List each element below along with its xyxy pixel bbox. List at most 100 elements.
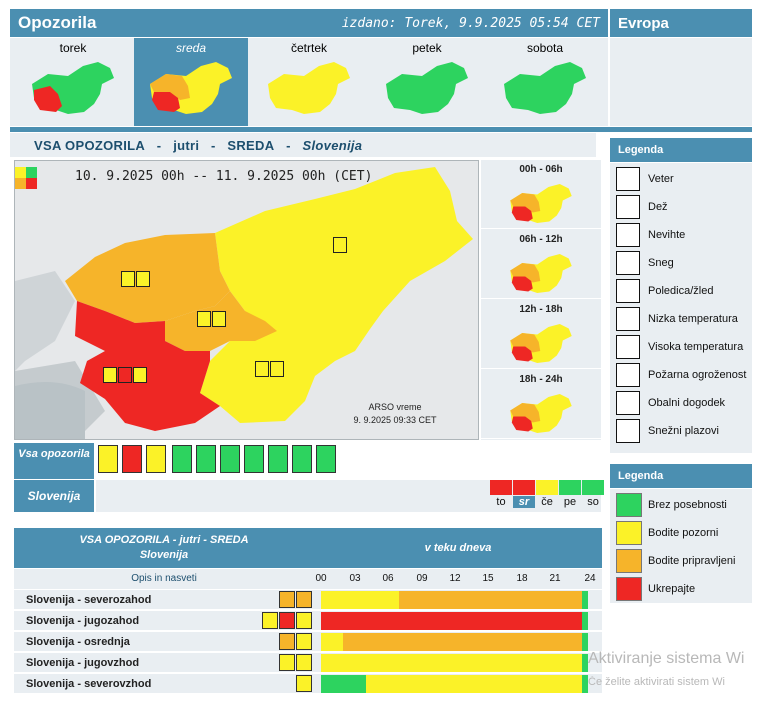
hour-label: 21	[549, 573, 561, 584]
snow-icon	[616, 251, 640, 275]
thunderstorm-icon	[296, 675, 312, 692]
table-row[interactable]: Slovenija - jugozahod	[14, 611, 602, 631]
europe-tab[interactable]: Evropa	[610, 9, 752, 37]
coastal-icon[interactable]	[292, 445, 312, 473]
vsa-opozorila-label[interactable]: Vsa opozorila	[14, 443, 94, 479]
avalanche-icon	[616, 419, 640, 443]
slovenia-region-map	[15, 161, 478, 439]
day-tab-label: sobota	[526, 41, 564, 55]
level-swatch	[616, 577, 642, 601]
day-level-label[interactable]: to	[490, 496, 512, 508]
slovenija-label[interactable]: Slovenija	[14, 480, 94, 512]
timeline-segment	[321, 591, 399, 609]
legend-item: Nevihte	[616, 223, 752, 249]
avalanche-icon[interactable]	[316, 445, 336, 473]
desc-header[interactable]: Opis in nasveti	[14, 573, 314, 584]
legend-item: Dež	[616, 195, 752, 221]
table-title: VSA OPOZORILA - jutri - SREDA	[79, 534, 249, 546]
day-tab-torek[interactable]: torek	[16, 38, 130, 126]
table-subtitle: Slovenija	[139, 549, 189, 561]
hour-label: 15	[482, 573, 494, 584]
legend-item: Požarna ogroženost	[616, 363, 752, 389]
fire-icon[interactable]	[268, 445, 288, 473]
timeline-bar	[321, 675, 588, 693]
rain-icon	[279, 633, 295, 650]
mini-map-cetrtek	[268, 62, 350, 114]
timeline-segment	[343, 633, 583, 651]
mini-map-sreda	[150, 62, 232, 114]
day-level-label[interactable]: sr	[513, 496, 535, 508]
europe-panel	[610, 38, 752, 126]
day-tab-petek[interactable]: petek	[370, 38, 484, 126]
hour-label: 00	[315, 573, 327, 584]
legend-phenomena-title: Legenda	[610, 138, 752, 162]
rain-icon	[197, 311, 211, 327]
ice-icon[interactable]	[196, 445, 216, 473]
main-warning-map[interactable]: 10. 9.2025 00h -- 11. 9.2025 00h (CET) A…	[14, 160, 479, 440]
legend-item: Visoka temperatura	[616, 335, 752, 361]
timeline-bar	[321, 612, 588, 630]
wind-icon	[616, 167, 640, 191]
thunderstorm-icon	[296, 612, 312, 629]
timeline-title: v teku dneva	[424, 542, 492, 554]
rain-icon	[279, 654, 295, 671]
thunderstorm-icon	[136, 271, 150, 287]
region-name: Slovenija - jugozahod	[26, 615, 140, 627]
day-level-label[interactable]: so	[582, 496, 604, 508]
thunderstorm-icon	[616, 223, 640, 247]
hour-label: 06	[382, 573, 394, 584]
phenomena-filter-row	[96, 443, 601, 479]
thunderstorm-icon	[212, 311, 226, 327]
wind-icon[interactable]	[98, 445, 118, 473]
low-temperature-icon	[616, 307, 640, 331]
level-swatch	[616, 549, 642, 573]
regions-table-header: VSA OPOZORILA - jutri - SREDA Slovenija …	[14, 528, 602, 568]
day-level-box	[582, 480, 604, 495]
day-level-label[interactable]: pe	[559, 496, 581, 508]
day-level-label[interactable]: če	[536, 496, 558, 508]
thunderstorm-icon[interactable]	[146, 445, 166, 473]
legend-item: Nizka temperatura	[616, 307, 752, 333]
slovenija-days-row: to sr če pe so	[96, 480, 604, 512]
hour-label: 12	[449, 573, 461, 584]
rain-icon[interactable]	[122, 445, 142, 473]
rain-icon	[279, 612, 295, 629]
mini-map-sobota	[504, 62, 586, 114]
day-tab-sobota[interactable]: sobota	[488, 38, 602, 126]
period-map-0[interactable]: 00h - 06h	[481, 160, 601, 229]
region-name: Slovenija - jugovzhod	[26, 657, 140, 669]
day-tab-label: petek	[412, 41, 442, 55]
period-map-2[interactable]: 12h - 18h	[481, 300, 601, 369]
wind-icon	[103, 367, 117, 383]
day-tab-sreda[interactable]: sreda	[134, 38, 248, 126]
map-source: ARSO vreme 9. 9.2025 09:33 CET	[353, 402, 437, 425]
timeline-segment	[398, 591, 583, 609]
level-swatch	[616, 493, 642, 517]
fire-icon	[616, 363, 640, 387]
timeline-segment	[321, 675, 366, 693]
legend-item: Sneg	[616, 251, 752, 277]
rain-icon	[121, 271, 135, 287]
table-row[interactable]: Slovenija - severozahod	[14, 590, 602, 610]
table-row[interactable]: Slovenija - osrednja	[14, 632, 602, 652]
period-map-3[interactable]: 18h - 24h	[481, 370, 601, 439]
table-row[interactable]: Slovenija - jugovzhod	[14, 653, 602, 673]
hour-label: 09	[416, 573, 428, 584]
day-level-box	[536, 480, 558, 495]
legend-levels: Brez posebnosti Bodite pozorni Bodite pr…	[610, 489, 752, 603]
rain-icon	[255, 361, 269, 377]
period-map-1[interactable]: 06h - 12h	[481, 230, 601, 299]
low-temperature-icon[interactable]	[220, 445, 240, 473]
legend-item: Poledica/žled	[616, 279, 752, 305]
title-bar: Opozorila izdano: Torek, 9.9.2025 05:54 …	[10, 9, 608, 37]
timeline-segment	[321, 612, 583, 630]
mini-map-torek	[32, 62, 114, 114]
snow-icon[interactable]	[172, 445, 192, 473]
activation-watermark: Aktiviranje sistema Wi	[588, 650, 745, 667]
day-tab-label: torek	[59, 41, 87, 55]
table-row[interactable]: Slovenija - severovzhod	[14, 674, 602, 694]
region-name: Slovenija - severozahod	[26, 594, 152, 606]
day-level-box	[490, 480, 512, 495]
day-tab-cetrtek[interactable]: četrtek	[252, 38, 366, 126]
high-temperature-icon[interactable]	[244, 445, 264, 473]
